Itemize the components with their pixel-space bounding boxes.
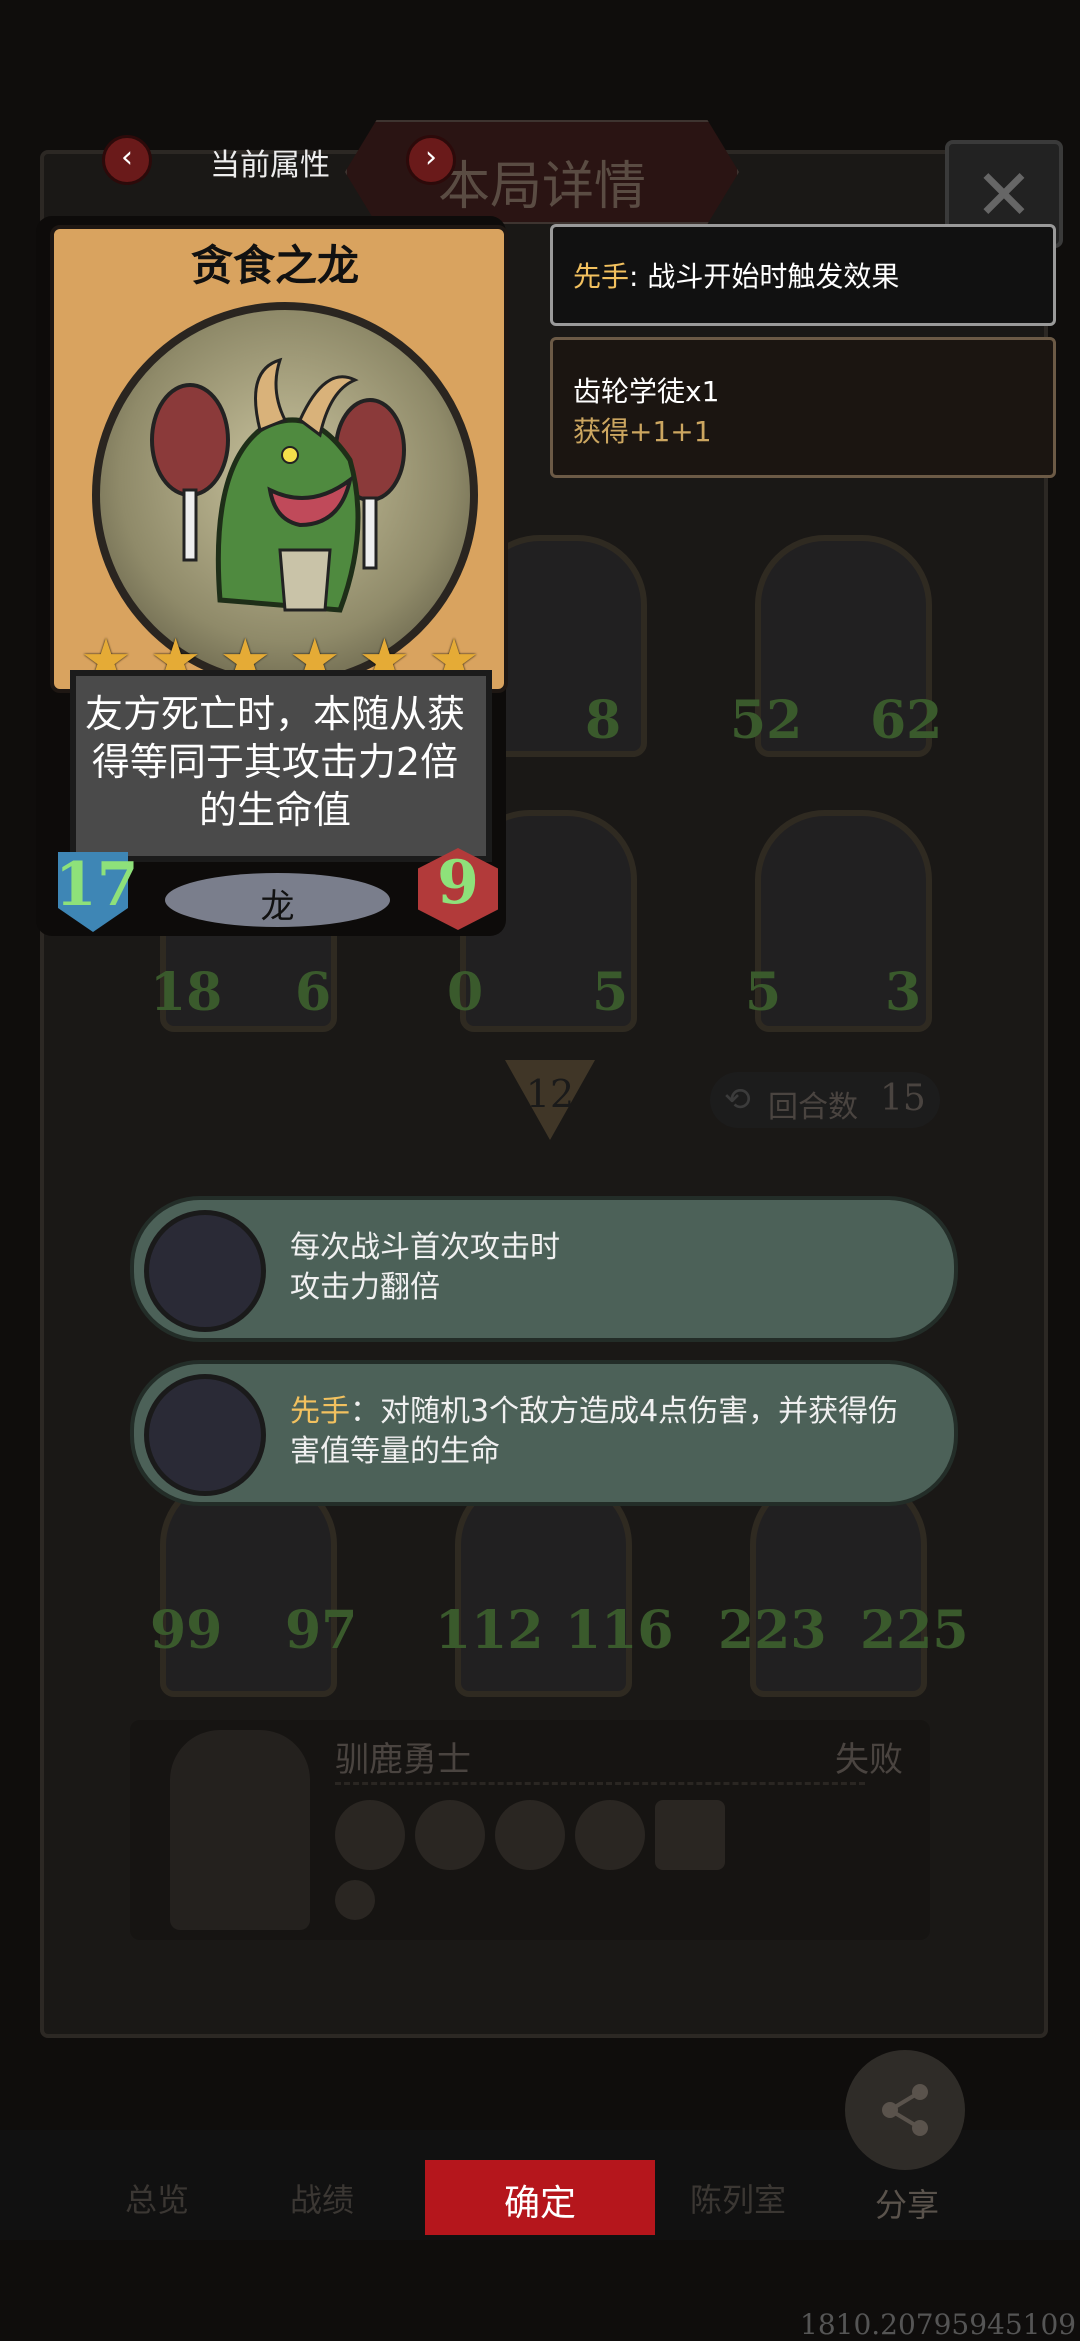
minion-attack: 52 bbox=[730, 690, 803, 751]
card-attack: 17 bbox=[55, 850, 139, 920]
battle-result: 失败 bbox=[835, 1740, 903, 1780]
item-icon bbox=[575, 1800, 645, 1870]
minion-slot[interactable] bbox=[750, 1475, 927, 1697]
keyword-info-text: 先手: 战斗开始时触发效果 bbox=[573, 255, 899, 295]
skill-icon bbox=[144, 1210, 266, 1332]
tier-value: 12 bbox=[525, 1072, 575, 1116]
tab-gallery[interactable]: 陈列室 bbox=[690, 2175, 786, 2221]
skill-description: 每次战斗首次攻击时 攻击力翻倍 bbox=[290, 1230, 560, 1305]
opponent-row: 驯鹿勇士 失败 bbox=[130, 1720, 930, 1940]
keyword-desc: : 战斗开始时触发效果 bbox=[629, 260, 900, 293]
title-banner: 本局详情 bbox=[345, 120, 739, 224]
keyword-info-box: 先手: 战斗开始时触发效果 bbox=[550, 224, 1056, 326]
minion-health: 6 bbox=[295, 962, 332, 1023]
card-tribe: 龙 bbox=[260, 887, 295, 927]
card-health: 9 bbox=[437, 848, 479, 918]
item-icon bbox=[415, 1800, 485, 1870]
skill-item[interactable]: 先手：对随机3个敌方造成4点伤害，并获得伤害值等量的生命 bbox=[130, 1360, 958, 1506]
card-description: 友方死亡时，本随从获得等同于其攻击力2倍的生命值 bbox=[84, 692, 465, 832]
tab-overview[interactable]: 总览 bbox=[125, 2175, 189, 2221]
confirm-label: 确定 bbox=[503, 2183, 576, 2224]
skill-text: ：对随机3个敌方造成4点伤害，并获得伤害值等量的生命 bbox=[290, 1394, 899, 1469]
skill-icon bbox=[144, 1374, 266, 1496]
minion-health: 3 bbox=[885, 962, 922, 1023]
skill-item[interactable]: 每次战斗首次攻击时 攻击力翻倍 bbox=[130, 1196, 958, 1342]
share-button[interactable] bbox=[845, 2050, 965, 2170]
opponent-avatar bbox=[170, 1730, 310, 1930]
refresh-icon: ⟲ bbox=[724, 1080, 751, 1118]
minion-health: 62 bbox=[870, 690, 943, 751]
minion-health: 8 bbox=[585, 690, 622, 751]
buff-effect: 获得+1+1 bbox=[573, 415, 712, 448]
buff-source: 齿轮学徒x1 bbox=[573, 375, 720, 408]
skill-keyword: 先手 bbox=[290, 1394, 350, 1429]
minion-attack: 18 bbox=[150, 962, 223, 1023]
card-name: 贪食之龙 bbox=[190, 241, 359, 290]
share-label: 分享 bbox=[875, 2186, 940, 2224]
minion-health: 116 bbox=[565, 1600, 674, 1661]
minion-attack: 112 bbox=[435, 1600, 544, 1661]
keyword-label: 先手 bbox=[573, 260, 630, 293]
buff-info-box: 齿轮学徒x1 获得+1+1 bbox=[550, 337, 1056, 478]
rounds-badge: ⟲ 回合数 15 bbox=[710, 1072, 940, 1128]
book-icon bbox=[655, 1800, 725, 1870]
minion-health: 5 bbox=[592, 962, 629, 1023]
dragon-illustration bbox=[150, 357, 406, 613]
item-icon bbox=[335, 1800, 405, 1870]
minion-slot[interactable] bbox=[455, 1475, 632, 1697]
rounds-label: 回合数 bbox=[768, 1090, 858, 1125]
minion-health: 225 bbox=[860, 1600, 969, 1661]
minion-health: 97 bbox=[285, 1600, 358, 1661]
rounds-value: 15 bbox=[880, 1078, 926, 1119]
session-id: 1810.20795945109 bbox=[800, 2308, 1077, 2341]
item-icon bbox=[335, 1880, 375, 1920]
next-attr-button[interactable]: › bbox=[406, 135, 456, 185]
minion-attack: 0 bbox=[447, 962, 484, 1023]
minion-attack: 223 bbox=[718, 1600, 827, 1661]
divider bbox=[335, 1782, 865, 1785]
tab-record[interactable]: 战绩 bbox=[290, 2175, 354, 2221]
tribe-badge: 龙 bbox=[165, 873, 390, 927]
confirm-button[interactable]: 确定 bbox=[425, 2160, 655, 2235]
minion-slot[interactable] bbox=[160, 1475, 337, 1697]
skill-description: 先手：对随机3个敌方造成4点伤害，并获得伤害值等量的生命 bbox=[290, 1392, 910, 1472]
chevron-right-icon: › bbox=[425, 140, 437, 175]
minion-attack: 5 bbox=[745, 962, 782, 1023]
chevron-left-icon: ‹ bbox=[121, 140, 133, 175]
share-icon bbox=[882, 2084, 928, 2136]
opponent-name: 驯鹿勇士 bbox=[335, 1740, 471, 1780]
prev-attr-button[interactable]: ‹ bbox=[102, 135, 152, 185]
current-attr-label: 当前属性 bbox=[210, 148, 330, 183]
item-icon bbox=[495, 1800, 565, 1870]
minion-attack: 99 bbox=[150, 1600, 223, 1661]
